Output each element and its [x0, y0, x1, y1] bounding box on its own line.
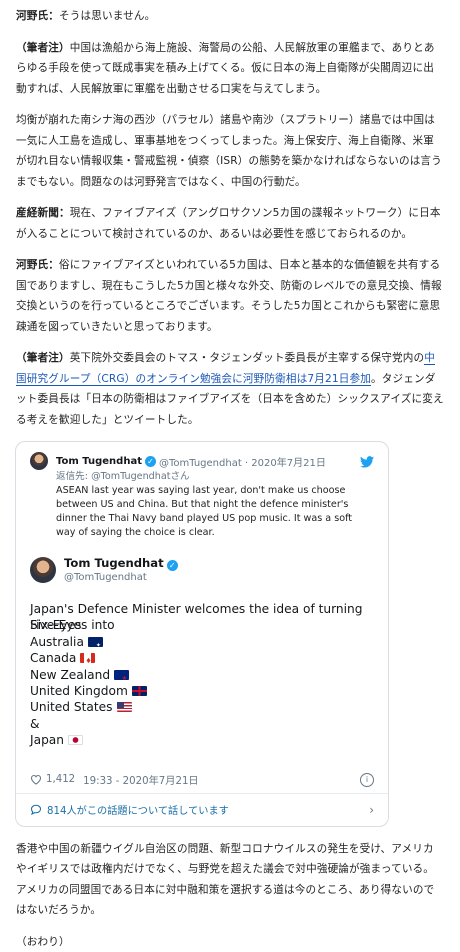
like-count[interactable]: 1,412 [46, 774, 75, 785]
note-label: （筆者注） [16, 41, 70, 54]
uk-flag-icon [131, 685, 147, 696]
new-zealand-flag-icon [114, 669, 130, 687]
paragraph-text: 現在、ファイブアイズ（アングロサクソン5カ国の諜報ネットワーク）に日本が入ること… [16, 207, 441, 240]
tweet-line: Canada [30, 651, 77, 666]
japan-flag-icon [68, 735, 83, 746]
paragraph-text: （おわり） [16, 935, 70, 948]
tweet-text: Japan's Defence Minister welcomes the id… [30, 601, 374, 749]
quoted-handle-date[interactable]: @TomTugendhat · 2020年7月21日 [159, 454, 326, 469]
author-handle[interactable]: @TomTugendhat [64, 572, 181, 583]
quoted-tweet-body: 返信先: @TomTugendhatさん ASEAN last year was… [56, 470, 374, 540]
avatar[interactable] [30, 452, 48, 470]
tweet-line: Australia [30, 634, 84, 649]
embedded-tweet[interactable]: Tom Tugendhat ✓ @TomTugendhat · 2020年7月2… [15, 441, 389, 827]
quoted-tweet-text: ASEAN last year was saying last year, do… [56, 485, 353, 538]
tweet-line: & [30, 716, 40, 731]
tweet-line: New Zealand [30, 667, 111, 682]
avatar[interactable] [30, 556, 56, 583]
paragraph-1: 河野氏：そうは思いません。 [16, 6, 444, 27]
info-icon[interactable]: i [360, 772, 374, 787]
paragraph-5: 河野氏：俗にファイブアイズといわれている5カ国は、日本と基本的な価値観を共有する… [16, 255, 444, 337]
paragraph-text: 香港や中国の新疆ウイグル自治区の問題、新型コロナウイルスの発生を受け、アメリカや… [16, 842, 435, 917]
verified-badge-icon: ✓ [166, 560, 178, 571]
tweet-line-australia: Australia [30, 634, 374, 654]
paragraph-text: 英下院外交委員会のトマス・タジェンダット委員長が主宰する保守党内の [69, 352, 425, 364]
tweet-line-us: United States [30, 699, 374, 715]
quoted-tweet-header[interactable]: Tom Tugendhat ✓ @TomTugendhat · 2020年7月2… [30, 452, 374, 470]
tweet-line: Japan [30, 733, 64, 748]
quoted-author-name[interactable]: Tom Tugendhat [56, 456, 142, 467]
tweet-timestamp[interactable]: 19:33 - 2020年7月21日 [83, 772, 198, 787]
tweet-meta: 1,412 19:33 - 2020年7月21日 i [30, 767, 374, 793]
paragraph-text: 俗にファイブアイズといわれている5カ国は、日本と基本的な価値観を共有する国であり… [16, 259, 442, 333]
reply-to-label[interactable]: 返信先: @TomTugendhatさん [56, 470, 374, 484]
speaker-label: 河野氏： [16, 259, 59, 271]
tweet-line: Japan's Defence Minister welcomes the id… [30, 602, 363, 633]
verified-badge-icon: ✓ [144, 455, 156, 467]
paragraph-text: そうは思いません。 [58, 10, 156, 22]
australia-flag-icon [87, 636, 103, 654]
paragraph-4: 産経新聞：現在、ファイブアイズ（アングロサクソン5カ国の諜報ネットワーク）に日本… [16, 203, 444, 244]
tweet-line: United Kingdom [30, 683, 128, 698]
closing-text: （おわり） [16, 932, 444, 952]
tweet-line-uk: United Kingdom [30, 683, 374, 699]
note-label: （筆者注） [16, 352, 70, 364]
tweet-line-japan: Japan [30, 732, 374, 748]
twitter-bird-icon[interactable] [360, 456, 374, 468]
chevron-right-icon: › [369, 802, 374, 817]
paragraph-6: （筆者注）英下院外交委員会のトマス・タジェンダット委員長が主宰する保守党内の中国… [16, 348, 444, 430]
paragraph-text: 中国は漁船から海上施設、海警局の公船、人民解放軍の軍艦まで、ありとあらゆる手段を… [16, 41, 435, 95]
paragraph-text: 均衡が崩れた南シナ海の西沙（パラセル）諸島や南沙（スプラトリー）諸島では中国は一… [16, 114, 442, 188]
tweet-author[interactable]: Tom Tugendhat ✓ @TomTugendhat [30, 556, 374, 583]
article-body-end: 香港や中国の新疆ウイグル自治区の問題、新型コロナウイルスの発生を受け、アメリカや… [0, 839, 460, 952]
conversation-count-label[interactable]: 814人がこの話題について話しています [47, 802, 229, 817]
author-name[interactable]: Tom Tugendhat [64, 556, 164, 570]
tweet-line-nz: New Zealand [30, 667, 374, 687]
speech-bubble-icon [30, 804, 42, 816]
tweet-line-canada: Canada [30, 650, 374, 670]
paragraph-2: （筆者注）中国は漁船から海上施設、海警局の公船、人民解放軍の軍艦まで、ありとあら… [16, 38, 444, 100]
tweet-line: United States [30, 700, 113, 715]
paragraph-3: 均衡が崩れた南シナ海の西沙（パラセル）諸島や南沙（スプラトリー）諸島では中国は一… [16, 110, 444, 192]
canada-flag-icon [80, 653, 96, 670]
paragraph-7: 香港や中国の新疆ウイグル自治区の問題、新型コロナウイルスの発生を受け、アメリカや… [16, 839, 444, 921]
speaker-label: 河野氏： [16, 10, 59, 22]
article-body: 河野氏：そうは思いません。 （筆者注）中国は漁船から海上施設、海警局の公船、人民… [0, 0, 460, 430]
heart-icon[interactable] [30, 774, 42, 785]
speaker-label: 産経新聞： [16, 207, 70, 219]
conversation-link[interactable]: 814人がこの話題について話しています › [16, 794, 388, 826]
us-flag-icon [116, 702, 132, 713]
